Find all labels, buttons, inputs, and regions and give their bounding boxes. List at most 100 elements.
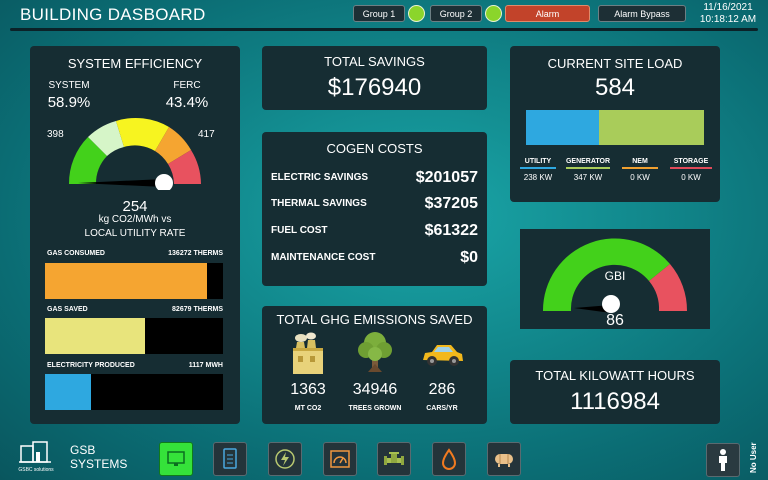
brand-line-1: GSB (70, 443, 96, 457)
gbi-panel: GBI 86 (520, 229, 710, 329)
gas-saved-value: 82679 THERMS (172, 306, 223, 313)
flame-icon (441, 448, 457, 470)
site-load-bar (526, 110, 704, 145)
nav-power-button[interactable] (268, 442, 302, 476)
system-value: 58.9% (47, 94, 91, 111)
cogen-costs-panel: COGEN COSTS ELECTRIC SAVINGS $201057 THE… (262, 132, 487, 286)
system-efficiency-title: SYSTEM EFFICIENCY (67, 56, 203, 71)
group1-button[interactable]: Group 1 (353, 5, 405, 22)
gas-saved-fill (45, 318, 145, 354)
gas-consumed-label: GAS CONSUMED (47, 250, 105, 257)
generator-value: 347 KW (573, 173, 603, 182)
gbi-value: 86 (606, 312, 624, 329)
total-kwh-panel: TOTAL KILOWATT HOURS 1116984 (510, 360, 720, 424)
gauge-icon (330, 450, 350, 468)
nav-monitor-button[interactable] (159, 442, 193, 476)
alarm-button[interactable]: Alarm (505, 5, 590, 22)
thermal-savings-value: $37205 (424, 195, 478, 212)
nav-document-button[interactable] (213, 442, 247, 476)
electric-savings-label: ELECTRIC SAVINGS (271, 172, 369, 183)
ghg-trees-label: TREES GROWN (348, 405, 402, 412)
total-savings-title: TOTAL SAVINGS (324, 54, 425, 69)
fuel-cost-label: FUEL COST (271, 225, 328, 236)
user-status-text: No User (749, 442, 758, 473)
ghg-co2-value: 1363 (290, 381, 326, 398)
tree-icon (358, 332, 392, 372)
datetime: 11/16/2021 10:18:12 AM (688, 2, 768, 26)
ghg-trees-value: 34946 (352, 381, 398, 398)
gas-saved-label: GAS SAVED (47, 306, 88, 313)
generator-swatch (566, 167, 610, 169)
ferc-label: FERC (173, 80, 201, 91)
electricity-bar (45, 374, 223, 410)
ghg-co2-label: MT CO2 (294, 405, 322, 412)
ghg-cars-value: 286 (428, 381, 456, 398)
brand-name: GSB SYSTEMS (70, 443, 127, 471)
brand-line-2: SYSTEMS (70, 457, 128, 471)
group1-status-indicator (408, 5, 425, 22)
cogen-costs-title: COGEN COSTS (326, 141, 423, 156)
total-savings-value: $176940 (327, 74, 422, 101)
header-divider (10, 28, 758, 31)
monitor-icon (167, 451, 185, 466)
ghg-panel: TOTAL GHG EMISSIONS SAVED 1363 MT CO2 34… (262, 306, 487, 424)
ferc-value: 43.4% (165, 94, 209, 111)
nav-flame-button[interactable] (432, 442, 466, 476)
total-kwh-title: TOTAL KILOWATT HOURS (535, 368, 695, 383)
gauge-caption-1: kg CO2/MWh vs (98, 214, 172, 225)
document-icon (223, 448, 237, 469)
date-text: 11/16/2021 (703, 2, 753, 13)
nav-gauge-button[interactable] (323, 442, 357, 476)
maintenance-cost-label: MAINTENANCE COST (271, 252, 376, 263)
page-title: BUILDING DASBOARD (20, 5, 206, 24)
gas-consumed-value: 136272 THERMS (168, 250, 223, 257)
maintenance-cost-value: $0 (460, 249, 478, 266)
site-load-utility-segment (526, 110, 599, 145)
total-kwh-value: 1116984 (570, 388, 660, 415)
storage-label: STORAGE (673, 158, 709, 165)
site-load-value: 584 (594, 74, 636, 101)
alarm-bypass-button[interactable]: Alarm Bypass (598, 5, 686, 22)
storage-swatch (670, 167, 712, 169)
group2-button[interactable]: Group 2 (430, 5, 482, 22)
system-efficiency-panel: SYSTEM EFFICIENCY SYSTEM 58.9% FERC 43.4… (30, 46, 240, 424)
nem-value: 0 KW (630, 173, 650, 182)
gas-consumed-fill (45, 263, 207, 299)
electric-savings-value: $201057 (415, 169, 478, 186)
utility-swatch (520, 167, 556, 169)
user-icon (719, 449, 727, 471)
brand-small-text: GSBC solutions (18, 467, 54, 473)
gauge-min-label: 398 (47, 129, 64, 140)
gbi-label: GBI (604, 269, 626, 283)
fuel-cost-value: $61322 (424, 222, 478, 239)
brand-logo-icon (19, 441, 51, 463)
gauge-caption-2: LOCAL UTILITY RATE (84, 228, 186, 239)
efficiency-gauge (68, 117, 201, 190)
gas-saved-bar (45, 318, 223, 354)
electricity-label: ELECTRICITY PRODUCED (47, 362, 135, 369)
gas-consumed-bar (45, 263, 223, 299)
tank-icon (495, 454, 513, 467)
utility-value: 238 KW (523, 173, 553, 182)
ghg-cars-label: CARS/YR (426, 405, 458, 412)
storage-value: 0 KW (681, 173, 701, 182)
factory-icon (293, 332, 323, 374)
user-button[interactable] (706, 443, 740, 477)
gauge-value: 254 (122, 198, 148, 215)
site-load-title: CURRENT SITE LOAD (547, 56, 683, 71)
nav-valve-button[interactable] (377, 442, 411, 476)
nem-swatch (622, 167, 658, 169)
valve-icon (384, 452, 404, 465)
electricity-value: 1117 MWH (188, 362, 223, 369)
ghg-title: TOTAL GHG EMISSIONS SAVED (276, 312, 473, 327)
site-load-panel: CURRENT SITE LOAD 584 UTILITY 238 KW GEN… (510, 46, 720, 202)
total-savings-panel: TOTAL SAVINGS $176940 (262, 46, 487, 110)
thermal-savings-label: THERMAL SAVINGS (271, 198, 367, 209)
generator-label: GENERATOR (565, 158, 611, 165)
nem-label: NEM (632, 158, 648, 165)
system-label: SYSTEM (48, 80, 90, 91)
group2-status-indicator (485, 5, 502, 22)
nav-tank-button[interactable] (487, 442, 521, 476)
time-text: 10:18:12 AM (699, 14, 757, 25)
utility-label: UTILITY (524, 158, 552, 165)
